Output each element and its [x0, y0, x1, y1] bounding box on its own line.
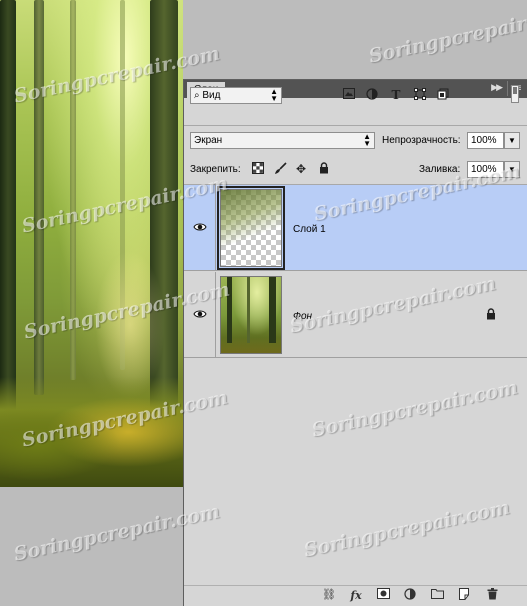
adjustment-layer-icon[interactable]: [402, 588, 418, 603]
trash-icon[interactable]: [484, 588, 500, 603]
blend-mode-select[interactable]: Экран ▲ ▼: [190, 132, 375, 149]
layer-name[interactable]: Фон: [293, 311, 312, 322]
tree-trunk: [227, 277, 232, 343]
leaf-overlay-image: [221, 190, 281, 266]
smart-object-filter-icon[interactable]: [436, 88, 450, 102]
lock-image-pixels-icon[interactable]: [273, 162, 287, 176]
fx-icon[interactable]: fx: [348, 588, 364, 603]
blend-mode-value: Экран: [194, 135, 223, 146]
fill-dropdown-button[interactable]: ▼: [504, 161, 520, 178]
double-chevron-right-icon[interactable]: ▶▶: [491, 82, 503, 93]
eye-icon[interactable]: [193, 221, 207, 235]
tree-trunk: [269, 277, 276, 343]
layer-name[interactable]: Слой 1: [293, 224, 326, 235]
lock-all-icon[interactable]: [317, 162, 331, 176]
fill-field[interactable]: 100%: [467, 161, 504, 178]
updown-arrows-icon: ▲ ▼: [363, 132, 371, 148]
tree-trunk: [0, 0, 16, 420]
type-filter-icon[interactable]: T: [389, 88, 403, 102]
new-layer-icon[interactable]: [456, 588, 472, 603]
opacity-field[interactable]: 100%: [467, 132, 504, 149]
lock-label: Закрепить:: [190, 164, 241, 175]
tree-trunk: [247, 277, 250, 343]
image-filter-icon[interactable]: [342, 88, 356, 102]
layer-thumbnail[interactable]: [217, 186, 285, 270]
shape-filter-icon[interactable]: [413, 88, 427, 102]
add-mask-icon[interactable]: [375, 588, 391, 603]
link-layers-icon[interactable]: ⛓: [321, 588, 337, 603]
layer-row[interactable]: Слой 1: [184, 185, 527, 271]
tree-trunk: [70, 0, 76, 380]
tree-trunk: [34, 0, 44, 395]
lock-position-icon[interactable]: ✥: [294, 162, 308, 176]
layer-row[interactable]: Фон: [184, 272, 527, 358]
filter-kind-select[interactable]: ⌕ Вид ▲ ▼: [190, 87, 282, 104]
layers-bottom-toolbar: ⛓ fx: [184, 585, 527, 606]
lock-icon[interactable]: [486, 308, 496, 323]
filter-kind-label: Вид: [202, 90, 221, 101]
layers-panel: Слои ▶▶ ▾≡ ⌕ Вид ▲▼ T Экран ▲▼ Непрозрач…: [183, 79, 527, 606]
opacity-label: Непрозрачность:: [382, 135, 461, 146]
canvas-document-image[interactable]: [0, 0, 183, 487]
filter-toggle-switch[interactable]: [511, 85, 519, 103]
group-folder-icon[interactable]: [429, 588, 445, 603]
adjustment-filter-icon[interactable]: [365, 88, 379, 102]
fill-label: Заливка:: [419, 164, 461, 175]
eye-icon[interactable]: [193, 308, 207, 322]
visibility-column: [184, 185, 216, 270]
fern-undergrowth: [0, 377, 183, 487]
opacity-dropdown-button[interactable]: ▼: [504, 132, 520, 149]
visibility-column: [184, 272, 216, 357]
updown-arrows-icon: ▲ ▼: [270, 87, 278, 103]
lock-transparent-pixels-icon[interactable]: [251, 162, 265, 176]
layer-thumbnail[interactable]: [220, 276, 282, 354]
divider: [184, 125, 527, 126]
